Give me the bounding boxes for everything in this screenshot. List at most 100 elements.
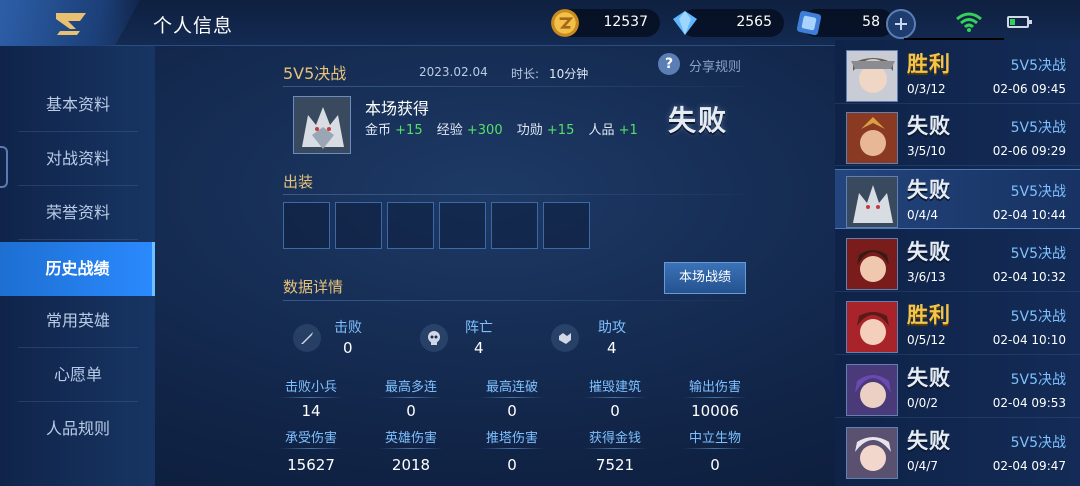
help-icon[interactable]: ? xyxy=(658,53,680,75)
kill-icon-wrap xyxy=(293,324,321,352)
equipment-slot[interactable] xyxy=(335,202,382,249)
stat-damage-taken-label: 承受伤害 xyxy=(261,427,361,449)
row-mode: 5V5决战 xyxy=(1010,184,1066,200)
row-mode: 5V5决战 xyxy=(1010,58,1066,74)
divider xyxy=(283,86,743,87)
hero-portrait xyxy=(293,96,351,154)
earned-title: 本场获得 xyxy=(365,99,430,118)
diamond-amount: 2565 xyxy=(736,14,772,30)
duration-label: 时长: xyxy=(511,67,540,81)
nav-item-karma-rules[interactable]: 人品规则 xyxy=(18,402,138,456)
reward-merit-label: 功勋 xyxy=(516,123,543,138)
diamond-icon xyxy=(673,11,697,35)
assists-value: 4 xyxy=(607,339,617,357)
row-mode: 5V5决战 xyxy=(1010,246,1066,262)
stat-minions-value: 14 xyxy=(301,402,321,420)
match-summary-button[interactable]: 本场战绩 xyxy=(664,262,746,294)
stat-streak-value: 0 xyxy=(507,402,517,420)
row-result: 失败 xyxy=(907,114,951,138)
back-button[interactable] xyxy=(0,0,140,46)
share-rules-link[interactable]: 分享规则 xyxy=(689,56,741,75)
stat-multikill-label: 最高多连 xyxy=(361,376,461,398)
hero-avatar xyxy=(846,427,898,479)
hero-avatar xyxy=(846,364,898,416)
match-row[interactable]: 胜利 5V5决战 0/5/12 02-04 10:10 xyxy=(835,295,1080,355)
row-mode: 5V5决战 xyxy=(1010,372,1066,388)
equipment-slot[interactable] xyxy=(387,202,434,249)
row-time: 02-04 10:32 xyxy=(992,270,1066,284)
nav-item-match-history[interactable]: 历史战绩 xyxy=(0,242,155,296)
row-time: 02-04 10:10 xyxy=(992,333,1066,347)
row-mode: 5V5决战 xyxy=(1010,309,1066,325)
row-result: 失败 xyxy=(907,178,951,202)
hero-avatar-icon xyxy=(847,365,897,415)
equipment-slot[interactable] xyxy=(283,202,330,249)
match-row[interactable]: 胜利 5V5决战 0/3/12 02-06 09:45 xyxy=(835,44,1080,104)
match-mode: 5V5决战 xyxy=(283,64,347,83)
hero-avatar xyxy=(846,112,898,164)
stat-buildings-label: 摧毁建筑 xyxy=(565,376,665,398)
hero-avatar xyxy=(846,176,898,228)
nav-item-battle-stats[interactable]: 对战资料 xyxy=(18,132,138,186)
hero-avatar xyxy=(846,238,898,290)
match-row[interactable]: 失败 5V5决战 3/6/13 02-04 10:32 xyxy=(835,232,1080,292)
row-result: 失败 xyxy=(907,429,951,453)
match-history-list: 胜利 5V5决战 0/3/12 02-06 09:45 失败 5V5决战 3/5… xyxy=(835,40,1080,486)
hero-avatar-icon xyxy=(847,428,897,478)
assists-label: 助攻 xyxy=(598,320,626,336)
row-result: 失败 xyxy=(907,240,951,264)
row-result: 失败 xyxy=(907,366,951,390)
stat-hero-damage-value: 2018 xyxy=(391,456,431,474)
row-mode: 5V5决战 xyxy=(1010,120,1066,136)
kills-value: 0 xyxy=(343,339,353,357)
row-mode: 5V5决战 xyxy=(1010,435,1066,451)
row-kda: 3/6/13 xyxy=(907,270,946,284)
row-result: 胜利 xyxy=(907,52,951,76)
match-row[interactable]: 失败 5V5决战 0/4/7 02-04 09:47 xyxy=(835,421,1080,481)
stat-neutral-label: 中立生物 xyxy=(665,427,765,449)
match-row-selected[interactable]: 失败 5V5决战 0/4/4 02-04 10:44 xyxy=(835,169,1080,229)
stat-damage-dealt-value: 10006 xyxy=(691,402,739,420)
nav-item-favorite-heroes[interactable]: 常用英雄 xyxy=(18,294,138,348)
stat-tower-damage-label: 推塔伤害 xyxy=(462,427,562,449)
rewards-row: 金币 +15 经验 +300 功勋 +15 人品 +1 xyxy=(365,119,648,138)
divider xyxy=(283,194,743,195)
reward-exp-value: +300 xyxy=(466,123,503,138)
match-row[interactable]: 失败 5V5决战 0/0/2 02-04 09:53 xyxy=(835,358,1080,418)
hero-avatar-icon xyxy=(847,239,897,289)
assist-icon-wrap xyxy=(551,324,579,352)
left-nav: 基本资料 对战资料 荣誉资料 历史战绩 常用英雄 心愿单 人品规则 xyxy=(0,46,155,486)
voucher-icon xyxy=(796,10,822,36)
row-time: 02-04 10:44 xyxy=(992,208,1066,222)
nav-item-honors[interactable]: 荣誉资料 xyxy=(18,186,138,240)
hero-avatar-icon xyxy=(847,113,897,163)
hero-avatar-icon xyxy=(847,177,897,227)
voucher-amount: 58 xyxy=(862,14,880,30)
battery-icon xyxy=(1007,16,1032,28)
add-currency-button[interactable] xyxy=(886,9,916,39)
hero-avatar xyxy=(846,301,898,353)
stat-gold-earned-value: 7521 xyxy=(595,456,635,474)
match-row[interactable]: 失败 5V5决战 3/5/10 02-06 09:29 xyxy=(835,106,1080,166)
stat-gold-earned-label: 获得金钱 xyxy=(565,427,665,449)
row-kda: 0/4/4 xyxy=(907,208,938,222)
stat-buildings-value: 0 xyxy=(610,402,620,420)
nav-item-wishlist[interactable]: 心愿单 xyxy=(18,348,138,402)
stat-tower-damage-value: 0 xyxy=(507,456,517,474)
data-detail-title: 数据详情 xyxy=(283,278,344,296)
sword-icon xyxy=(301,332,313,344)
row-time: 02-06 09:45 xyxy=(992,82,1066,96)
row-kda: 3/5/10 xyxy=(907,144,946,158)
reward-exp-label: 经验 xyxy=(436,123,463,138)
side-tab-handle[interactable] xyxy=(0,146,8,188)
equipment-slot[interactable] xyxy=(543,202,590,249)
equipment-slot[interactable] xyxy=(439,202,486,249)
row-kda: 0/0/2 xyxy=(907,396,938,410)
equipment-slot[interactable] xyxy=(491,202,538,249)
gold-amount: 12537 xyxy=(603,14,648,30)
back-arrow-icon xyxy=(56,13,86,35)
nav-item-basic-info[interactable]: 基本资料 xyxy=(18,78,138,132)
handshake-icon xyxy=(559,333,571,344)
match-result: 失败 xyxy=(668,104,729,137)
row-kda: 0/3/12 xyxy=(907,82,946,96)
